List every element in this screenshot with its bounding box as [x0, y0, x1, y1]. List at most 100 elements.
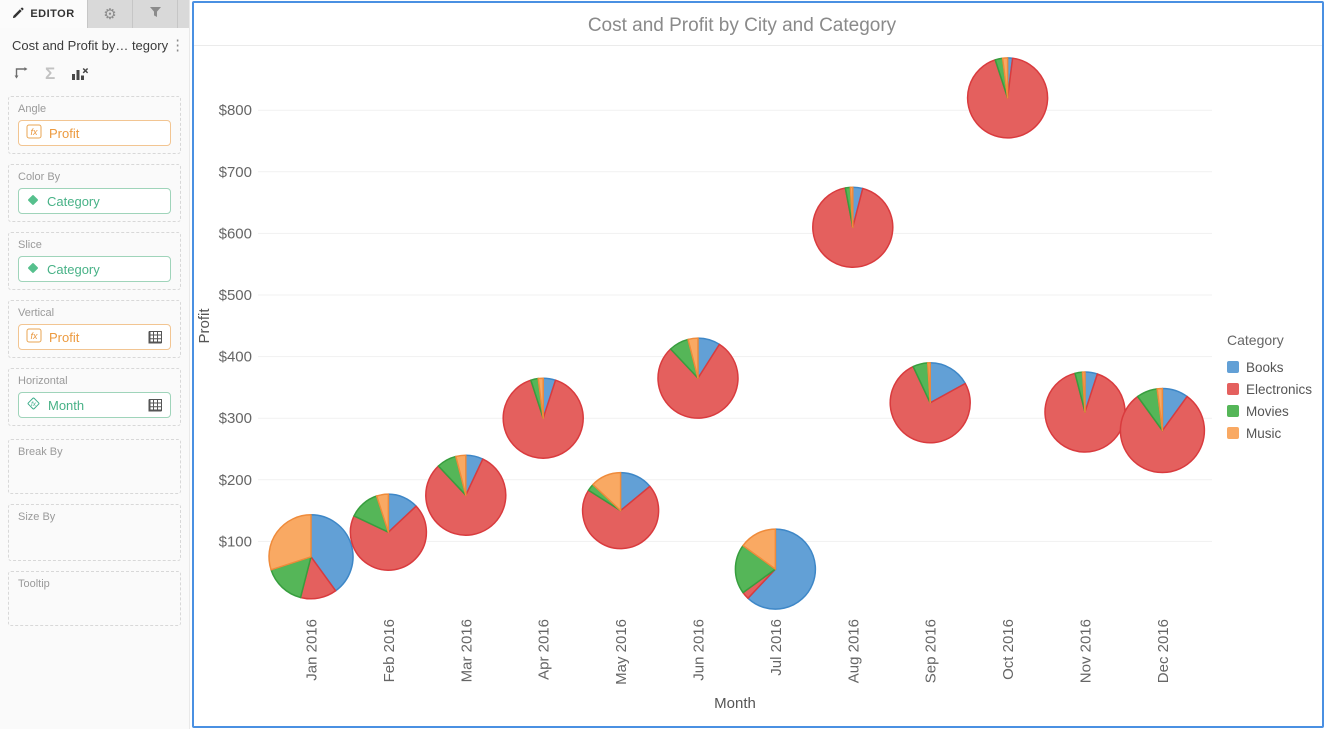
field-value: Profit [49, 126, 79, 141]
svg-text:fx: fx [30, 127, 38, 137]
svg-text:Feb 2016: Feb 2016 [381, 619, 398, 682]
svg-text:Aug 2016: Aug 2016 [845, 619, 862, 683]
svg-text:$600: $600 [219, 225, 252, 242]
diamond-icon [26, 193, 40, 210]
svg-text:Oct 2016: Oct 2016 [1000, 619, 1017, 680]
svg-text:fx: fx [31, 401, 37, 408]
widget-menu-kebab-icon[interactable]: ⋮ [168, 38, 187, 53]
svg-text:Electronics: Electronics [1246, 382, 1312, 397]
svg-text:Jul 2016: Jul 2016 [768, 619, 785, 676]
svg-text:$500: $500 [219, 287, 252, 304]
pie-marker-jun[interactable] [658, 338, 738, 418]
pie-marker-jan[interactable] [269, 515, 353, 599]
filter-icon [149, 5, 162, 23]
field-label: Vertical [18, 307, 171, 319]
field-group-slice: Slice Category [8, 232, 181, 290]
field-label: Size By [18, 511, 171, 523]
field-label: Horizontal [18, 375, 171, 387]
svg-text:Movies: Movies [1246, 404, 1289, 419]
editor-sidebar: EDITOR ⚙ Cost and Profit by… tegory ⋮ [0, 0, 190, 729]
legend-item-music[interactable]: Music [1227, 426, 1282, 441]
pie-marker-nov[interactable] [1045, 372, 1125, 452]
tabbar-spacer [178, 0, 189, 28]
tab-editor[interactable]: EDITOR [0, 0, 88, 28]
diamond-fx-icon: fx [26, 396, 41, 414]
legend-item-electronics[interactable]: Electronics [1227, 382, 1312, 397]
grid-icon[interactable] [148, 398, 163, 412]
widget-header: Cost and Profit by… tegory ⋮ [0, 28, 189, 57]
pie-marker-dec[interactable] [1120, 389, 1204, 473]
svg-text:Apr 2016: Apr 2016 [536, 619, 553, 680]
field-pill-vertical[interactable]: fx Profit [18, 324, 171, 350]
svg-text:$700: $700 [219, 164, 252, 181]
field-label: Slice [18, 239, 171, 251]
field-group-vertical: Vertical fx Profit [8, 300, 181, 358]
gear-icon: ⚙ [103, 5, 116, 23]
fx-icon: fx [26, 124, 42, 142]
legend-title: Category [1227, 332, 1284, 348]
legend-item-books[interactable]: Books [1227, 360, 1284, 375]
field-label: Color By [18, 171, 171, 183]
sidebar-tabbar: EDITOR ⚙ [0, 0, 189, 28]
field-value: Category [47, 262, 100, 277]
svg-text:$800: $800 [219, 102, 252, 119]
fx-icon: fx [26, 328, 42, 346]
field-label: Tooltip [18, 578, 171, 590]
svg-text:$200: $200 [219, 472, 252, 489]
svg-text:Dec 2016: Dec 2016 [1155, 619, 1172, 683]
pie-marker-oct[interactable] [968, 58, 1048, 138]
pie-marker-jul[interactable] [735, 529, 815, 609]
svg-text:$300: $300 [219, 410, 252, 427]
svg-text:fx: fx [30, 331, 38, 341]
chart-title: Cost and Profit by City and Category [588, 15, 897, 36]
widget-title: Cost and Profit by… tegory [12, 38, 168, 53]
grid-icon[interactable] [148, 330, 163, 344]
editor-toolbar: Σ [0, 57, 189, 94]
pie-marker-aug[interactable] [813, 187, 893, 267]
pencil-icon [12, 7, 24, 22]
field-group-size-by[interactable]: Size By [8, 504, 181, 561]
field-group-angle: Angle fx Profit [8, 96, 181, 154]
svg-text:Jan 2016: Jan 2016 [304, 619, 321, 681]
field-group-color-by: Color By Category [8, 164, 181, 222]
svg-text:Jun 2016: Jun 2016 [691, 619, 708, 681]
y-axis-title: Profit [196, 308, 213, 344]
svg-text:Books: Books [1246, 360, 1284, 375]
field-panel: Angle fx Profit Color By Category [0, 94, 189, 729]
svg-text:$100: $100 [219, 533, 252, 550]
field-value: Month [48, 398, 84, 413]
tab-settings[interactable]: ⚙ [88, 0, 133, 28]
field-pill-horizontal[interactable]: fx Month [18, 392, 171, 418]
y-tick-labels: $100$200$300$400$500$600$700$800 [219, 102, 252, 550]
field-value: Category [47, 194, 100, 209]
svg-text:Music: Music [1246, 426, 1282, 441]
y-gridlines [258, 110, 1212, 541]
sigma-icon[interactable]: Σ [45, 65, 55, 82]
pie-marker-apr[interactable] [503, 378, 583, 458]
app-root: EDITOR ⚙ Cost and Profit by… tegory ⋮ [0, 0, 1324, 729]
tab-filters[interactable] [133, 0, 178, 28]
field-label: Break By [18, 446, 171, 458]
swap-axes-icon[interactable] [12, 66, 29, 82]
chart-type-icon[interactable] [71, 67, 89, 81]
chart-widget-panel[interactable]: Cost and Profit by City and Category $100… [192, 1, 1324, 728]
pie-marker-may[interactable] [583, 473, 659, 549]
svg-text:Sep 2016: Sep 2016 [923, 619, 940, 683]
field-group-break-by[interactable]: Break By [8, 439, 181, 494]
pie-marker-mar[interactable] [426, 455, 506, 535]
pie-marker-feb[interactable] [350, 494, 426, 570]
tab-editor-label: EDITOR [30, 8, 74, 20]
pie-marker-sep[interactable] [890, 363, 970, 443]
field-pill-angle[interactable]: fx Profit [18, 120, 171, 146]
field-pill-color-by[interactable]: Category [18, 188, 171, 214]
legend-item-movies[interactable]: Movies [1227, 404, 1289, 419]
field-group-tooltip[interactable]: Tooltip [8, 571, 181, 626]
field-group-horizontal: Horizontal fx Month [8, 368, 181, 426]
svg-text:May 2016: May 2016 [613, 619, 630, 685]
svg-text:Mar 2016: Mar 2016 [458, 619, 475, 682]
x-tick-labels: Jan 2016 Feb 2016 Mar 2016 Apr 2016 May 2016… [304, 619, 1172, 685]
field-label: Angle [18, 103, 171, 115]
x-axis-title: Month [714, 695, 756, 712]
svg-text:Nov 2016: Nov 2016 [1078, 619, 1095, 683]
field-pill-slice[interactable]: Category [18, 256, 171, 282]
